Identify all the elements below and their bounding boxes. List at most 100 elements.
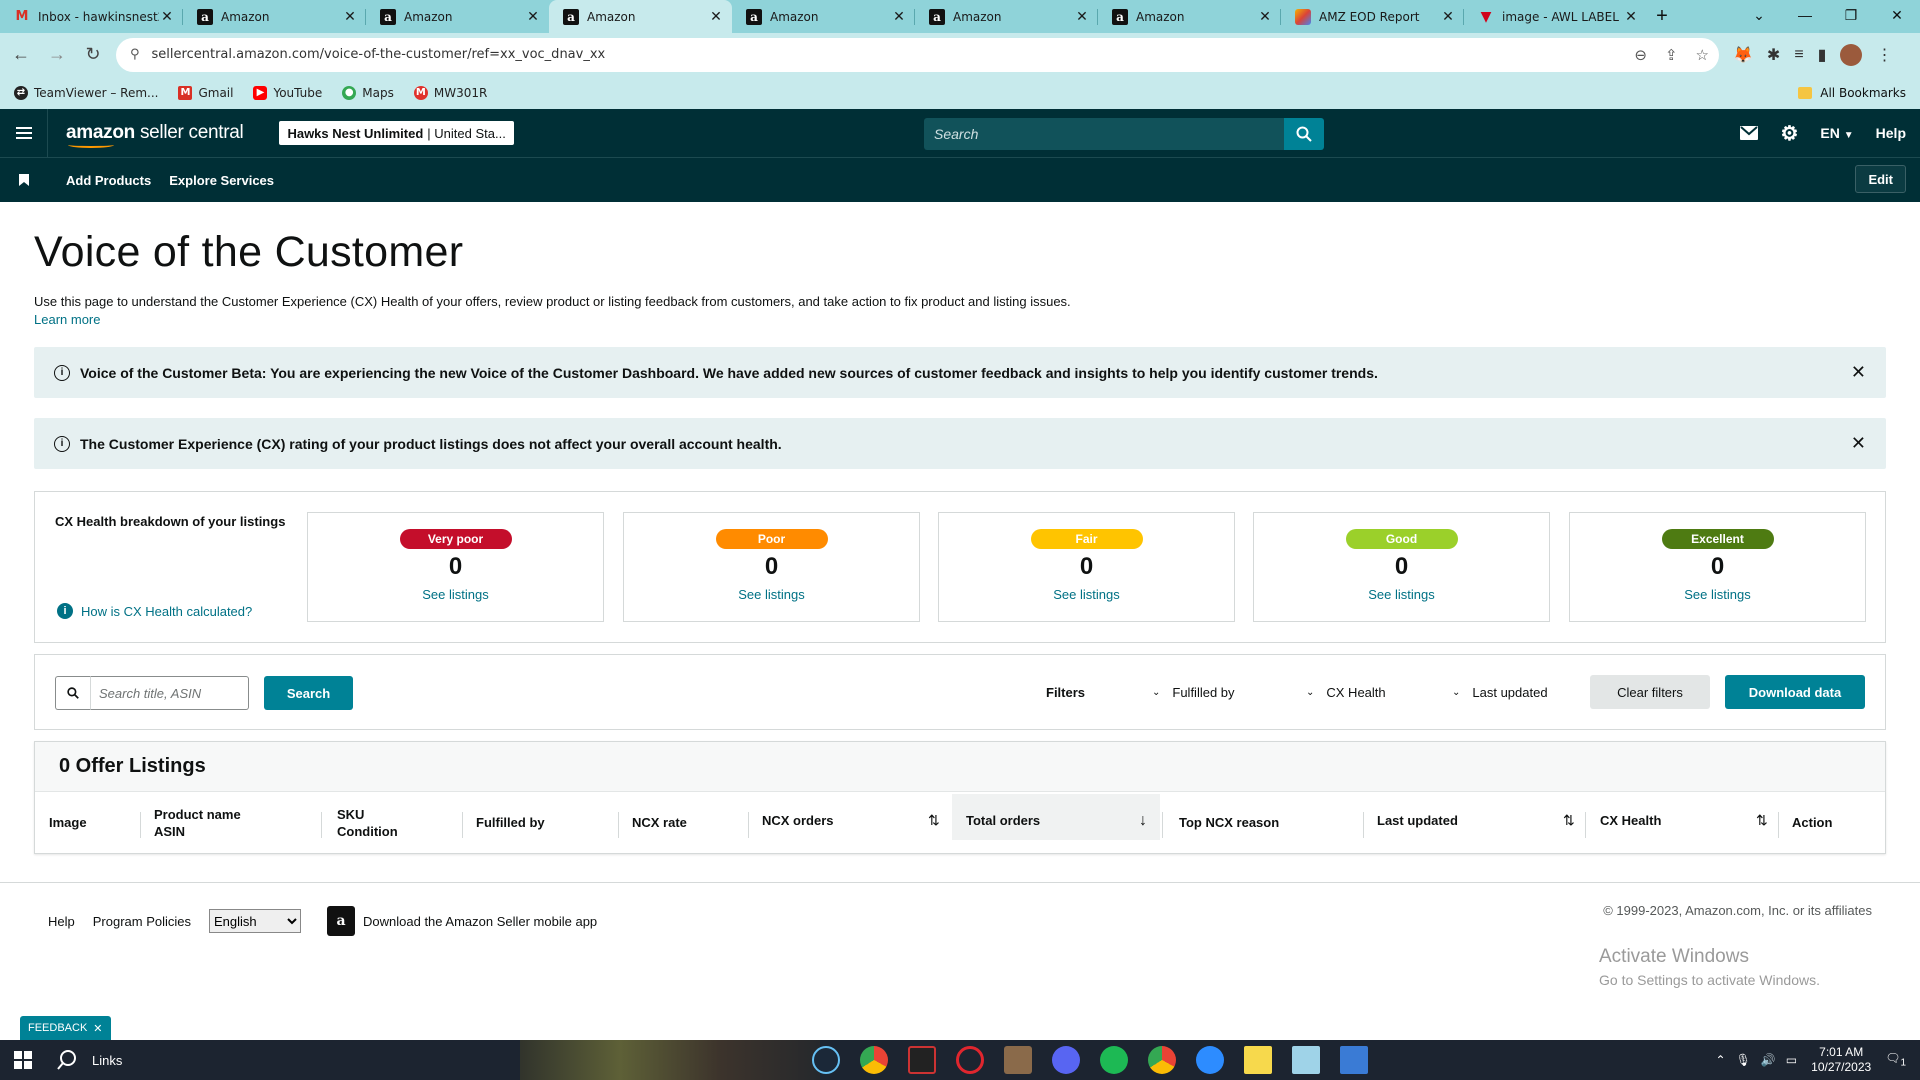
- chrome-icon[interactable]: [860, 1046, 888, 1074]
- opera-icon[interactable]: [956, 1046, 984, 1074]
- profile-avatar[interactable]: [1840, 43, 1863, 66]
- sort-icon[interactable]: ⇅: [1563, 812, 1575, 829]
- mail-icon[interactable]: [1740, 126, 1759, 140]
- search-button[interactable]: Search: [264, 676, 353, 710]
- footer-language-select[interactable]: English: [209, 909, 302, 933]
- metamask-icon[interactable]: 🦊: [1733, 45, 1753, 65]
- all-bookmarks[interactable]: All Bookmarks: [1798, 86, 1906, 100]
- volume-icon[interactable]: 🔊: [1761, 1053, 1776, 1067]
- edit-nav-button[interactable]: Edit: [1855, 165, 1906, 193]
- nav-add-products[interactable]: Add Products: [66, 173, 151, 188]
- back-icon[interactable]: ←: [6, 40, 36, 70]
- column-product-name[interactable]: Product name ASIN: [154, 806, 241, 840]
- last-updated-dropdown[interactable]: ⌄ Last updated: [1452, 685, 1548, 700]
- browser-tab[interactable]: ▼ image - AWL LABEL ✕: [1464, 0, 1647, 33]
- sort-descending-icon[interactable]: ↓: [1139, 812, 1147, 830]
- sticky-notes-icon[interactable]: [1244, 1046, 1272, 1074]
- language-selector[interactable]: EN ▼: [1820, 125, 1853, 141]
- media-icon[interactable]: ≡: [1794, 46, 1803, 64]
- column-sku[interactable]: SKU Condition: [337, 806, 398, 840]
- cx-how-link[interactable]: i How is CX Health calculated?: [57, 603, 252, 619]
- fulfilled-by-dropdown[interactable]: ⌄ Fulfilled by: [1152, 685, 1235, 700]
- browser-tab[interactable]: a Amazon ✕: [732, 0, 915, 33]
- files-icon[interactable]: [1292, 1046, 1320, 1074]
- browser-tab[interactable]: AMZ EOD Report ✕: [1281, 0, 1464, 33]
- column-total-orders[interactable]: Total orders: [952, 794, 1160, 840]
- close-tab-icon[interactable]: ✕: [1074, 9, 1090, 25]
- tab-search-icon[interactable]: ⌄: [1736, 0, 1782, 33]
- chrome-profile-icon[interactable]: [1148, 1046, 1176, 1074]
- browser-menu-icon[interactable]: ⋮: [1876, 45, 1892, 65]
- column-top-ncx-reason[interactable]: Top NCX reason: [1179, 814, 1279, 831]
- browser-tab[interactable]: a Amazon ✕: [1098, 0, 1281, 33]
- bookmark-mw301r[interactable]: M MW301R: [413, 85, 487, 100]
- minimize-icon[interactable]: —: [1782, 0, 1828, 33]
- site-info-icon[interactable]: ⚲: [130, 47, 140, 62]
- close-tab-icon[interactable]: ✕: [891, 9, 907, 25]
- column-cx-health[interactable]: CX Health: [1600, 812, 1661, 829]
- app-icon[interactable]: [908, 1046, 936, 1074]
- extensions-icon[interactable]: ✱: [1767, 45, 1780, 65]
- close-tab-icon[interactable]: ✕: [342, 9, 358, 25]
- footer-help-link[interactable]: Help: [48, 914, 75, 929]
- windows-start-icon[interactable]: [0, 1051, 46, 1069]
- network-icon[interactable]: ▭: [1786, 1053, 1797, 1067]
- feedback-button[interactable]: FEEDBACK ✕: [20, 1016, 111, 1040]
- nav-explore-services[interactable]: Explore Services: [169, 173, 274, 188]
- browser-tab[interactable]: a Amazon ✕: [915, 0, 1098, 33]
- see-listings-link[interactable]: See listings: [624, 587, 919, 602]
- maximize-icon[interactable]: ❐: [1828, 0, 1874, 33]
- sidepanel-icon[interactable]: ▮: [1818, 45, 1827, 65]
- notification-icon[interactable]: 🗨1: [1885, 1051, 1906, 1068]
- microphone-icon[interactable]: 🎙: [1736, 1053, 1751, 1067]
- column-ncx-orders[interactable]: NCX orders: [762, 812, 834, 829]
- see-listings-link[interactable]: See listings: [1570, 587, 1865, 602]
- browser-tab[interactable]: a Amazon ✕: [366, 0, 549, 33]
- footer-policies-link[interactable]: Program Policies: [93, 914, 191, 929]
- column-fulfilled-by[interactable]: Fulfilled by: [476, 814, 545, 831]
- see-listings-link[interactable]: See listings: [939, 587, 1234, 602]
- bookmark-star-icon[interactable]: ☆: [1696, 46, 1709, 64]
- browser-tab-active[interactable]: a Amazon ✕: [549, 0, 732, 33]
- settings-gear-icon[interactable]: ⚙: [1780, 121, 1798, 146]
- header-search-button[interactable]: [1284, 118, 1324, 150]
- clear-filters-button[interactable]: Clear filters: [1590, 675, 1710, 709]
- bookmark-youtube[interactable]: ▶ YouTube: [253, 85, 322, 100]
- zoom-icon[interactable]: [1196, 1046, 1224, 1074]
- taskbar-search[interactable]: Links: [56, 1049, 156, 1071]
- download-app-link[interactable]: Download the Amazon Seller mobile app: [363, 914, 597, 929]
- bookmark-teamviewer[interactable]: ⇄ TeamViewer – Rem...: [14, 85, 158, 100]
- taskbar-clock[interactable]: 7:01 AM 10/27/2023: [1811, 1045, 1871, 1075]
- steam-icon[interactable]: [812, 1046, 840, 1074]
- close-tab-icon[interactable]: ✕: [708, 9, 724, 25]
- learn-more-link[interactable]: Learn more: [34, 311, 1886, 329]
- account-switcher[interactable]: Hawks Nest Unlimited | United Sta...: [279, 121, 514, 145]
- close-tab-icon[interactable]: ✕: [525, 9, 541, 25]
- bookmark-gmail[interactable]: M Gmail: [178, 85, 233, 100]
- url-bar[interactable]: ⚲ sellercentral.amazon.com/voice-of-the-…: [116, 37, 1719, 72]
- close-tab-icon[interactable]: ✕: [159, 9, 175, 25]
- new-tab-button[interactable]: +: [1647, 0, 1677, 33]
- header-search-input[interactable]: [924, 118, 1284, 150]
- seller-central-logo[interactable]: amazon seller central: [66, 122, 244, 148]
- forward-icon[interactable]: →: [42, 40, 72, 70]
- chevron-up-icon[interactable]: ⌃: [1716, 1053, 1726, 1067]
- share-icon[interactable]: ⇪: [1665, 46, 1678, 64]
- close-icon[interactable]: ✕: [1851, 362, 1866, 383]
- calculator-icon[interactable]: [1340, 1046, 1368, 1074]
- bookmark-maps[interactable]: ● Maps: [342, 85, 394, 100]
- close-tab-icon[interactable]: ✕: [1623, 9, 1639, 25]
- spotify-icon[interactable]: [1100, 1046, 1128, 1074]
- column-ncx-rate[interactable]: NCX rate: [632, 814, 687, 831]
- close-tab-icon[interactable]: ✕: [1257, 9, 1273, 25]
- bookmark-nav-icon[interactable]: [0, 174, 48, 186]
- hamburger-menu-icon[interactable]: [0, 109, 48, 157]
- close-window-icon[interactable]: ✕: [1874, 0, 1920, 33]
- cx-health-dropdown[interactable]: ⌄ CX Health: [1306, 685, 1386, 700]
- reload-icon[interactable]: ↻: [78, 40, 108, 70]
- discord-icon[interactable]: [1052, 1046, 1080, 1074]
- close-tab-icon[interactable]: ✕: [1440, 9, 1456, 25]
- sort-icon[interactable]: ⇅: [1756, 812, 1768, 829]
- close-icon[interactable]: ✕: [93, 1022, 102, 1035]
- download-data-button[interactable]: Download data: [1725, 675, 1865, 709]
